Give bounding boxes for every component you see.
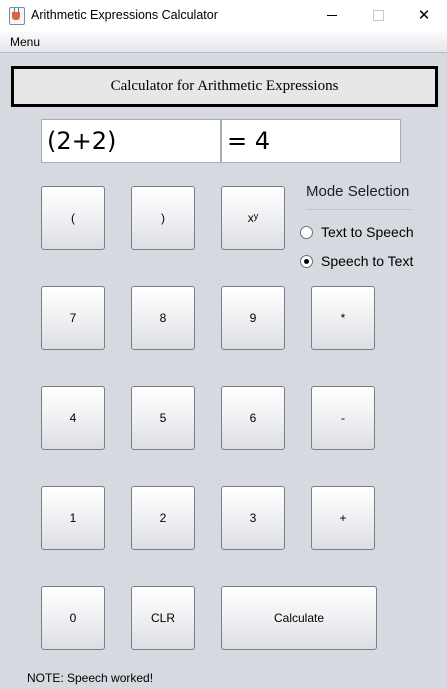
six-button[interactable]: 6 [221, 386, 285, 450]
open-paren-button[interactable]: ( [41, 186, 105, 250]
eight-button[interactable]: 8 [131, 286, 195, 350]
mode-selection-divider [306, 209, 412, 210]
speech-to-text-radio[interactable] [300, 255, 313, 268]
two-button[interactable]: 2 [131, 486, 195, 550]
close-paren-button[interactable]: ) [131, 186, 195, 250]
menu-bar: Menu [0, 32, 447, 53]
nine-button[interactable]: 9 [221, 286, 285, 350]
clear-button[interactable]: CLR [131, 586, 195, 650]
status-note: NOTE: Speech worked! [27, 671, 154, 685]
seven-button[interactable]: 7 [41, 286, 105, 350]
four-button[interactable]: 4 [41, 386, 105, 450]
close-icon: ✕ [417, 6, 431, 24]
java-app-icon [9, 7, 25, 25]
speech-to-text-label: Speech to Text [321, 253, 414, 269]
three-button[interactable]: 3 [221, 486, 285, 550]
power-exponent-label: y [253, 211, 259, 221]
minimize-button[interactable] [309, 0, 355, 32]
calculate-button[interactable]: Calculate [221, 586, 377, 650]
window-title: Arithmetic Expressions Calculator [31, 8, 218, 22]
menu-menu[interactable]: Menu [10, 35, 40, 49]
mode-selection-title: Mode Selection [306, 183, 410, 200]
plus-button[interactable]: + [311, 486, 375, 550]
zero-button[interactable]: 0 [41, 586, 105, 650]
maximize-button[interactable] [355, 0, 401, 32]
header-panel: Calculator for Arithmetic Expressions [11, 66, 438, 107]
one-button[interactable]: 1 [41, 486, 105, 550]
result-display: = 4 [221, 119, 401, 163]
header-title: Calculator for Arithmetic Expressions [110, 78, 339, 94]
multiply-button[interactable]: * [311, 286, 375, 350]
minus-button[interactable]: - [311, 386, 375, 450]
power-button[interactable]: xy [221, 186, 285, 250]
title-bar: Arithmetic Expressions Calculator ✕ [0, 0, 447, 32]
five-button[interactable]: 5 [131, 386, 195, 450]
text-to-speech-radio[interactable] [300, 226, 313, 239]
close-button[interactable]: ✕ [401, 0, 447, 32]
text-to-speech-label: Text to Speech [321, 224, 414, 240]
expression-display[interactable]: (2+2) [41, 119, 221, 163]
